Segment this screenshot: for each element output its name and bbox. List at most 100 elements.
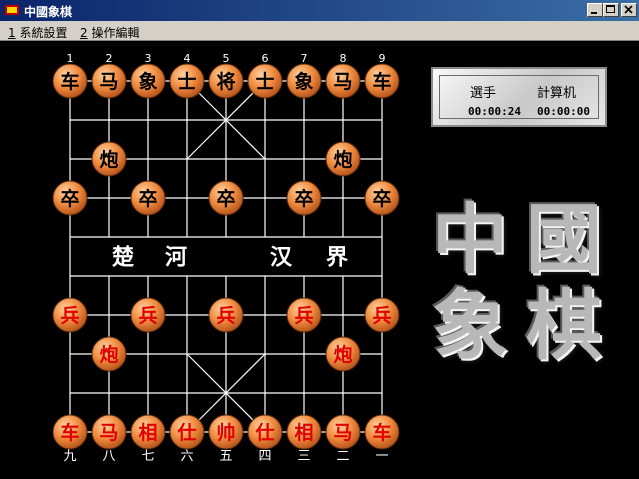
minimize-icon [591,12,597,14]
piece-label: 炮 [99,148,118,171]
player-label: 選手 [470,86,497,101]
computer-label: 計算机 [537,86,577,101]
piece-black[interactable]: 象 [286,63,322,99]
file-number-bottom: 八 [102,449,115,464]
file-number-bottom: 七 [141,449,154,464]
logo-char-4: 棋 [526,281,602,370]
window-title: 中國象棋 [24,5,73,19]
app-icon [5,5,19,15]
file-number-top: 6 [262,52,269,65]
file-number-top: 7 [301,52,308,65]
menu-bar: 1 系統設置 2 操作編輯 [0,21,639,41]
file-number-top: 3 [145,52,152,65]
piece-label: 兵 [294,305,313,327]
piece-label: 马 [99,422,118,444]
piece-label: 卒 [60,187,79,210]
piece-black[interactable]: 卒 [52,180,88,216]
river-text: 界 [326,245,348,271]
piece-label: 士 [255,71,274,93]
piece-red[interactable]: 炮 [91,336,127,372]
piece-label: 马 [333,422,352,444]
chinese-chess-logo: 中 國 象 棋 [430,200,610,370]
file-number-bottom: 五 [219,449,232,464]
menu-operation-edit-accel: 2 [80,26,88,40]
piece-label: 兵 [138,305,157,327]
minimize-button[interactable] [587,3,603,17]
piece-red[interactable]: 车 [364,414,400,450]
piece-label: 将 [216,70,235,93]
logo-char-3: 象 [432,281,508,370]
river-text: 汉 [270,245,293,271]
piece-red[interactable]: 帅 [208,414,244,450]
piece-red[interactable]: 兵 [208,297,244,333]
file-number-bottom: 四 [258,449,271,464]
maximize-icon [606,5,615,13]
piece-label: 兵 [372,305,391,327]
file-number-bottom: 六 [180,449,193,464]
file-number-top: 9 [379,52,386,65]
piece-label: 卒 [138,187,157,210]
piece-red[interactable]: 相 [130,414,166,450]
piece-red[interactable]: 车 [52,414,88,450]
app-window: 中國象棋 1 系統設置 2 操作編輯 123456789九八七六五四三二一楚河汉… [0,0,639,479]
xiangqi-board[interactable]: 1 2 3 4 5 6 7 8 9九八七六五四三二一楚河汉界车马象士将士象马车炮 炮卒卒卒卒卒兵兵… [0,41,420,479]
piece-red[interactable]: 马 [91,414,127,450]
menu-operation-edit[interactable]: 2 操作編輯 [80,24,139,41]
piece-red[interactable]: 兵 [286,297,322,333]
piece-red[interactable]: 仕 [247,414,283,450]
piece-black[interactable]: 马 [91,63,127,99]
menu-system-settings[interactable]: 1 系統設置 [8,24,67,41]
piece-black[interactable]: 炮 [325,141,361,177]
piece-black[interactable]: 车 [52,63,88,99]
piece-black[interactable]: 炮 [91,141,127,177]
logo-char-1: 中 [432,195,508,284]
menu-system-settings-accel: 1 [8,26,16,40]
file-number-bottom: 一 [375,449,388,464]
file-number-bottom: 九 [63,449,76,464]
river-text: 河 [165,245,187,271]
piece-black[interactable]: 士 [247,63,283,99]
file-number-top: 4 [184,52,191,65]
piece-label: 相 [138,422,157,444]
piece-label: 车 [60,421,79,444]
piece-black[interactable]: 卒 [364,180,400,216]
piece-red[interactable]: 兵 [52,297,88,333]
piece-red[interactable]: 马 [325,414,361,450]
piece-black[interactable]: 卒 [130,180,166,216]
piece-label: 仕 [176,421,196,444]
logo-char-2: 國 [526,195,602,284]
piece-red[interactable]: 兵 [364,297,400,333]
file-number-bottom: 三 [297,449,310,464]
piece-red[interactable]: 相 [286,414,322,450]
piece-red[interactable]: 兵 [130,297,166,333]
piece-label: 帅 [216,422,235,444]
piece-label: 马 [333,71,352,93]
piece-black[interactable]: 车 [364,63,400,99]
piece-black[interactable]: 马 [325,63,361,99]
piece-black[interactable]: 卒 [208,180,244,216]
file-number-bottom: 二 [336,449,349,464]
piece-label: 车 [372,421,391,444]
piece-label: 卒 [372,187,391,210]
close-icon [624,5,633,14]
piece-label: 兵 [216,305,235,327]
title-bar[interactable]: 中國象棋 [0,0,639,21]
piece-red[interactable]: 炮 [325,336,361,372]
piece-label: 马 [99,71,118,93]
timer-panel: 選手 計算机 00:00:24 00:00:00 [431,67,607,127]
piece-label: 士 [177,71,196,93]
piece-black[interactable]: 将 [208,63,244,99]
piece-label: 炮 [333,148,352,171]
computer-time: 00:00:00 [537,105,590,118]
maximize-button[interactable] [603,3,619,17]
piece-red[interactable]: 仕 [169,414,205,450]
file-number-top: 2 [106,52,113,65]
piece-black[interactable]: 象 [130,63,166,99]
piece-label: 卒 [216,187,235,210]
close-button[interactable] [621,3,637,17]
file-number-top: 1 [67,52,74,65]
piece-black[interactable]: 士 [169,63,205,99]
piece-label: 仕 [254,421,274,444]
piece-black[interactable]: 卒 [286,180,322,216]
piece-label: 兵 [60,305,79,327]
